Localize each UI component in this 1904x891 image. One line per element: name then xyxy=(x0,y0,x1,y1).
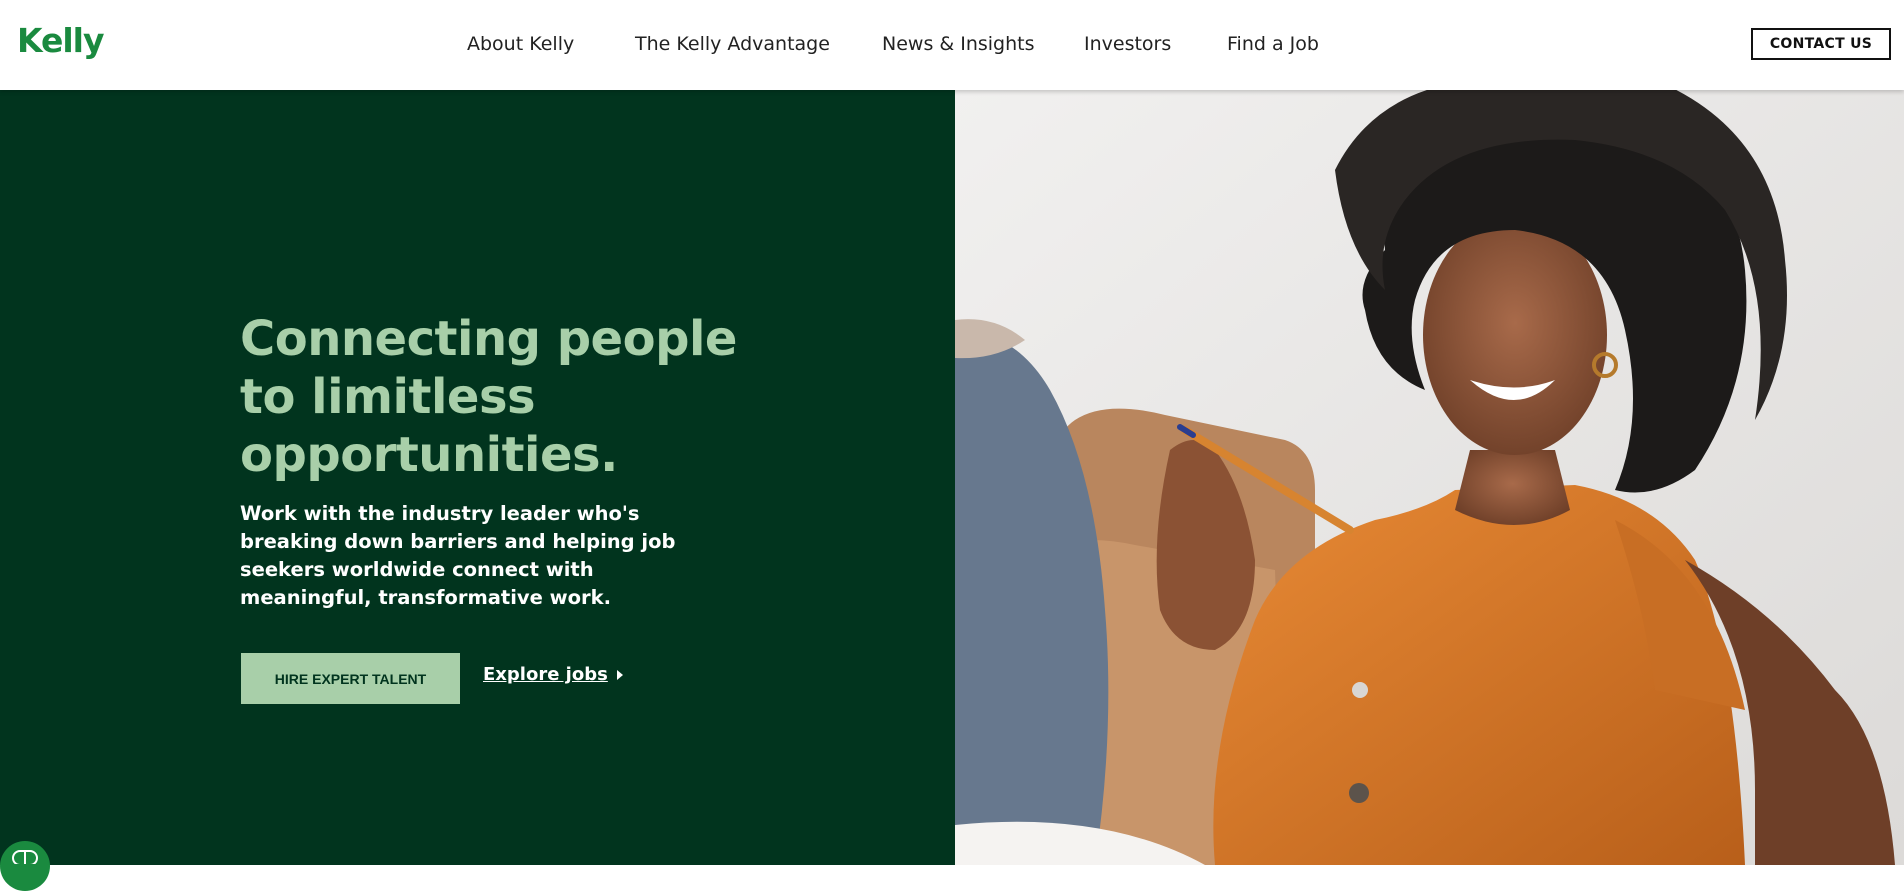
hire-expert-talent-button[interactable]: HIRE EXPERT TALENT xyxy=(241,653,460,704)
explore-jobs-link[interactable]: Explore jobs xyxy=(483,664,623,685)
caret-right-icon xyxy=(616,670,623,680)
kelly-logo[interactable]: Kelly xyxy=(17,21,105,60)
hero-subtext: Work with the industry leader who's brea… xyxy=(240,502,676,609)
nav-find-a-job[interactable]: Find a Job xyxy=(1227,33,1319,55)
cookie-icon xyxy=(12,850,38,864)
hero-headline: Connecting people to limitless opportuni… xyxy=(240,311,737,483)
hero-panel: Connecting people to limitless opportuni… xyxy=(0,90,955,865)
hero-image xyxy=(955,90,1904,865)
contact-us-button[interactable]: CONTACT US xyxy=(1751,28,1891,60)
explore-jobs-label: Explore jobs xyxy=(483,664,608,685)
nav-about-kelly[interactable]: About Kelly xyxy=(467,33,574,55)
nav-investors[interactable]: Investors xyxy=(1084,33,1171,55)
nav-kelly-advantage[interactable]: The Kelly Advantage xyxy=(635,33,830,55)
woman-photo-illustration xyxy=(955,90,1904,865)
nav-news-insights[interactable]: News & Insights xyxy=(882,33,1035,55)
site-header: Kelly About Kelly The Kelly Advantage Ne… xyxy=(0,0,1904,90)
cookie-settings-button[interactable] xyxy=(0,841,50,891)
